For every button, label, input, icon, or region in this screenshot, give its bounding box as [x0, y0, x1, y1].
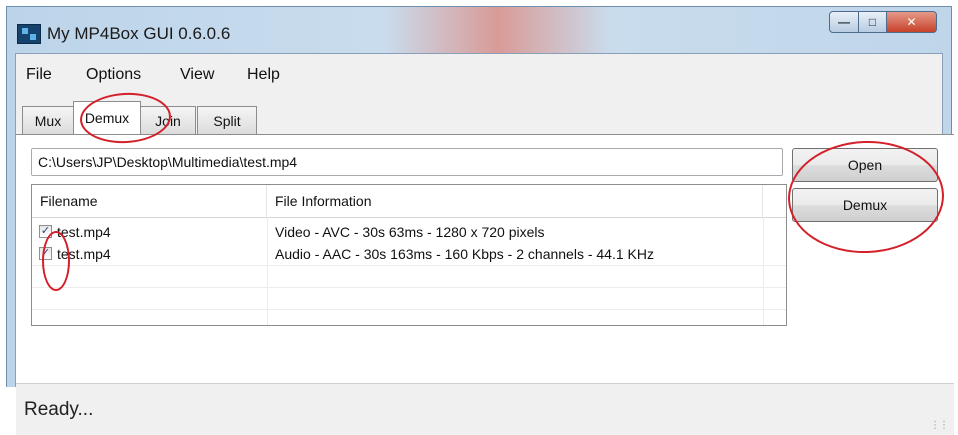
client-area: File Options View Help Mux Demux Join Sp…: [15, 53, 954, 435]
tab-mux[interactable]: Mux: [22, 106, 74, 134]
stream-list[interactable]: Filename File Information ✓ test.mp4 Vid…: [31, 184, 787, 326]
column-header-filename[interactable]: Filename: [32, 185, 267, 217]
menu-view[interactable]: View: [180, 66, 214, 84]
maximize-button[interactable]: □: [859, 11, 887, 33]
stream-filename: test.mp4: [57, 246, 111, 262]
row-divider: [32, 287, 786, 288]
window-controls: — □ ✕: [829, 11, 937, 33]
menu-file[interactable]: File: [26, 66, 52, 84]
menu-bar: File Options View Help: [16, 54, 942, 94]
status-text: Ready...: [24, 399, 94, 420]
menu-options[interactable]: Options: [86, 66, 141, 84]
stream-checkbox[interactable]: ✓: [39, 247, 52, 260]
window-title: My MP4Box GUI 0.6.0.6: [47, 24, 231, 43]
file-path-input[interactable]: [31, 148, 783, 176]
demux-panel: Open Demux Filename File Information ✓ t…: [16, 134, 954, 383]
row-divider: [32, 265, 786, 266]
stream-filename: test.mp4: [57, 224, 111, 240]
menu-help[interactable]: Help: [247, 66, 280, 84]
app-window: My MP4Box GUI 0.6.0.6 — □ ✕ File Options…: [6, 6, 954, 435]
resize-grip-icon[interactable]: ⋮⋮: [930, 420, 949, 431]
checkmark-icon: ✓: [40, 225, 51, 237]
row-divider: [32, 309, 786, 310]
minimize-button[interactable]: —: [829, 11, 859, 33]
close-button[interactable]: ✕: [887, 11, 937, 33]
checkmark-icon: ✓: [40, 247, 51, 259]
tab-split[interactable]: Split: [197, 106, 257, 134]
stream-checkbox[interactable]: ✓: [39, 225, 52, 238]
close-icon: ✕: [906, 15, 917, 29]
list-header: Filename File Information: [32, 185, 786, 218]
list-item[interactable]: ✓ test.mp4 Audio - AAC - 30s 163ms - 160…: [32, 243, 786, 265]
title-bar[interactable]: My MP4Box GUI 0.6.0.6 — □ ✕: [7, 7, 951, 53]
demux-button[interactable]: Demux: [792, 188, 938, 222]
stream-info: Audio - AAC - 30s 163ms - 160 Kbps - 2 c…: [275, 246, 654, 262]
app-icon: [17, 24, 41, 44]
list-item[interactable]: ✓ test.mp4 Video - AVC - 30s 63ms - 1280…: [32, 221, 786, 243]
tab-strip: Mux Demux Join Split: [16, 100, 942, 134]
tab-demux[interactable]: Demux: [73, 101, 141, 134]
stream-info: Video - AVC - 30s 63ms - 1280 x 720 pixe…: [275, 224, 545, 240]
column-header-file-information[interactable]: File Information: [267, 185, 763, 217]
status-bar: Ready... ⋮⋮: [16, 383, 954, 435]
maximize-icon: □: [868, 15, 877, 29]
tab-join[interactable]: Join: [140, 106, 196, 134]
open-button[interactable]: Open: [792, 148, 938, 182]
minimize-icon: —: [838, 15, 850, 29]
